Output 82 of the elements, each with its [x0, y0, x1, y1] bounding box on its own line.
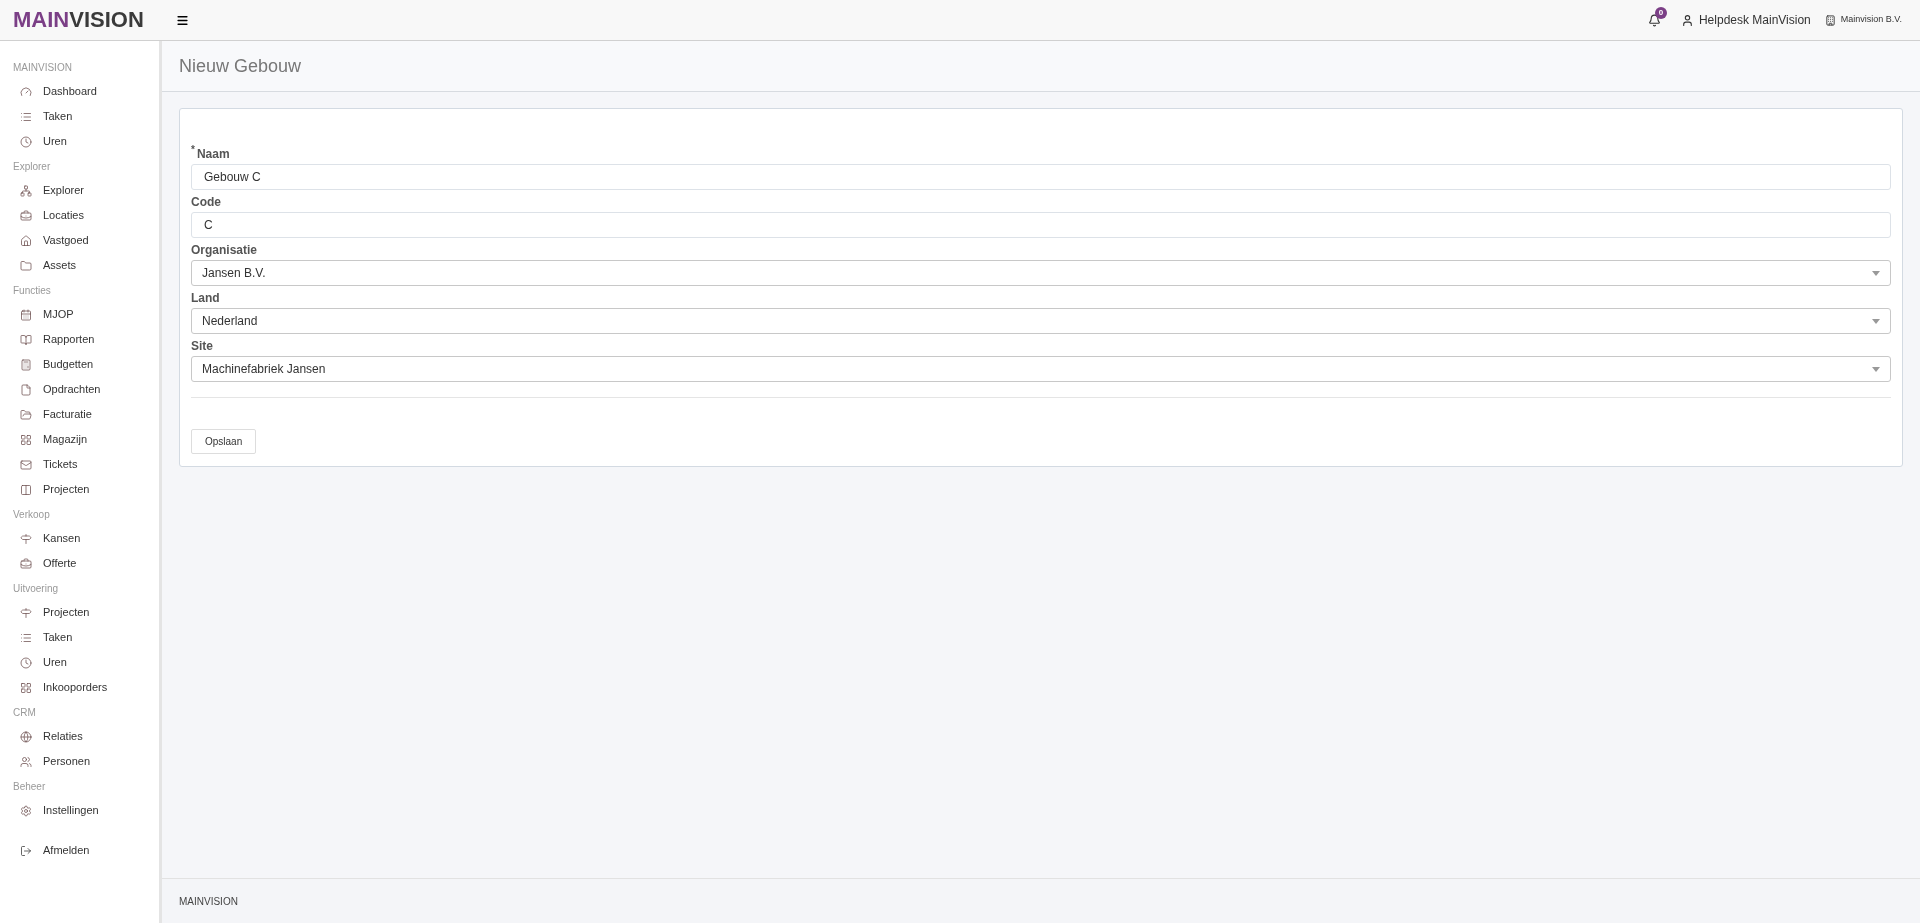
dropdown-arrow-icon — [1872, 270, 1880, 276]
sidebar-item[interactable]: Instellingen — [0, 798, 159, 823]
notification-count: 0 — [1654, 6, 1667, 19]
sidebar-item[interactable]: Rapporten — [0, 327, 159, 352]
sidebar-item[interactable]: Magazijn — [0, 427, 159, 452]
footer-text: MAINVISION — [179, 894, 238, 909]
file-icon — [20, 383, 32, 396]
sidebar-item[interactable]: Offerte — [0, 551, 159, 576]
person-icon — [20, 755, 32, 768]
sidebar-item[interactable]: Tickets — [0, 452, 159, 477]
field-label: Code — [191, 194, 221, 211]
calculator-icon — [20, 358, 32, 371]
dropdown-arrow-icon — [1872, 318, 1880, 324]
logout-icon — [20, 844, 32, 857]
user-icon — [1680, 13, 1694, 27]
folder-icon — [20, 259, 32, 272]
field-label: Site — [191, 338, 213, 355]
sidebar-item[interactable]: Opdrachten — [0, 377, 159, 402]
sidebar-item[interactable]: Facturatie — [0, 402, 159, 427]
logout-item[interactable]: Afmelden — [0, 838, 159, 863]
sidebar-item[interactable]: Vastgoed — [0, 228, 159, 253]
clock-icon — [20, 135, 32, 148]
sidebar-section-title: Beheer — [12, 779, 47, 794]
user-menu[interactable]: Helpdesk MainVision — [1680, 11, 1811, 29]
logo: MAINVISION — [12, 9, 145, 31]
sidebar-item[interactable]: Explorer — [0, 178, 159, 203]
sidebar-section-title: Verkoop — [12, 507, 51, 522]
field-label: Naam — [196, 146, 230, 163]
sidebar-item[interactable]: Uren — [0, 129, 159, 154]
sidebar-section-title: CRM — [12, 705, 37, 720]
calendar-icon — [20, 308, 32, 321]
sidebar-item[interactable]: Uren — [0, 650, 159, 675]
sidebar-item[interactable]: Assets — [0, 253, 159, 278]
sidebar-item[interactable]: Taken — [0, 104, 159, 129]
list-icon — [20, 110, 32, 123]
select-field[interactable]: Nederland — [191, 308, 1891, 334]
sidebar-item[interactable]: Relaties — [0, 724, 159, 749]
sidebar-item[interactable]: Budgetten — [0, 352, 159, 377]
list-icon — [20, 631, 32, 644]
sidebar-item[interactable]: Dashboard — [0, 79, 159, 104]
panel-icon — [20, 483, 32, 496]
settings-icon — [20, 804, 32, 817]
sidebar-section-title: MAINVISION — [12, 60, 73, 75]
grid-icon — [20, 433, 32, 446]
hierarchy-icon — [20, 184, 32, 197]
sidebar-item[interactable]: MJOP — [0, 302, 159, 327]
sidebar-item[interactable]: Taken — [0, 625, 159, 650]
page-title: Nieuw Gebouw — [179, 54, 302, 78]
sidebar-item[interactable]: Projecten — [0, 477, 159, 502]
dropdown-arrow-icon — [1872, 366, 1880, 372]
field-label: Organisatie — [191, 242, 258, 259]
signpost-icon — [20, 532, 32, 545]
field-label: Land — [191, 290, 220, 307]
company-menu[interactable]: Mainvision B.V. — [1824, 13, 1902, 27]
sidebar-section-title: Functies — [12, 283, 52, 298]
sidebar-item[interactable]: Inkooporders — [0, 675, 159, 700]
input-field[interactable]: C — [191, 212, 1891, 238]
folder-icon — [20, 408, 32, 421]
globe-icon — [20, 730, 32, 743]
input-field[interactable]: Gebouw C — [191, 164, 1891, 190]
sidebar-section-title: Uitvoering — [12, 581, 60, 596]
sidebar-section-title: Explorer — [12, 159, 52, 174]
signpost-icon — [20, 606, 32, 619]
briefcase-icon — [20, 209, 32, 222]
envelope-icon — [20, 458, 32, 471]
sidebar-item[interactable]: Locaties — [0, 203, 159, 228]
select-field[interactable]: Machinefabriek Jansen — [191, 356, 1891, 382]
notification-bell-icon[interactable] — [1647, 13, 1661, 27]
sidebar-item[interactable]: Kansen — [0, 526, 159, 551]
house-icon — [20, 234, 32, 247]
clock-icon — [20, 656, 32, 669]
book-icon — [20, 333, 32, 346]
building-icon — [1824, 14, 1836, 26]
briefcase-icon — [20, 557, 32, 570]
sidebar-item[interactable]: Projecten — [0, 600, 159, 625]
menu-icon[interactable] — [176, 13, 189, 27]
gauge-icon — [20, 85, 32, 98]
sidebar-item[interactable]: Personen — [0, 749, 159, 774]
save-button[interactable]: Opslaan — [191, 429, 257, 454]
grid-icon — [20, 681, 32, 694]
required-mark: * — [191, 145, 195, 155]
select-field[interactable]: Jansen B.V. — [191, 260, 1891, 286]
